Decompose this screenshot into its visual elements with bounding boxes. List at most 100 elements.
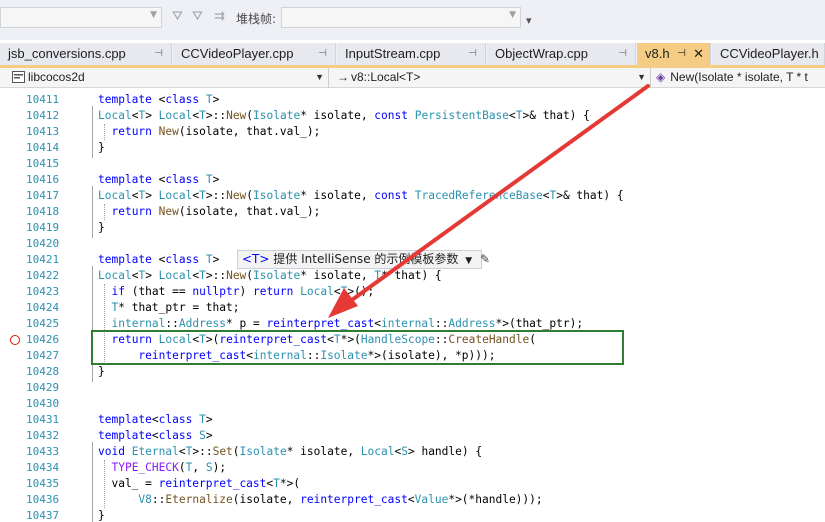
fold-guide [92,186,93,238]
chevron-down-icon[interactable]: ▼ [465,256,472,266]
filter-clear-icon[interactable]: ⛛ [192,9,203,24]
pin-icon[interactable]: ⊣ [468,43,477,65]
project-name: libcocos2d [28,70,85,84]
pin-icon[interactable]: ⊣ [677,43,686,65]
fold-guide [92,442,93,522]
line-number: 10416 [26,173,60,186]
stack-frame-label: 堆栈帧: [236,12,277,26]
arrow-right-icon: → [337,70,349,84]
template-param-label: <T> [242,252,270,266]
line-number: 10430 [26,397,60,410]
line-number: 10418 [26,205,60,218]
tab-ccvideoplayer-h[interactable]: CCVideoPlayer.h [712,43,825,65]
code-editor[interactable]: 10411 10412 10413 10414 10415 10416 1041… [0,88,825,522]
line-number: 10431 [26,413,60,426]
pin-icon[interactable]: ⊣ [154,43,163,65]
code-text: T* that_ptr = that; [111,301,240,314]
line-number: 10419 [26,221,60,234]
code-text: val_ = reinterpret_cast<T*>( [98,477,301,490]
tab-label: jsb_conversions.cpp [8,46,126,61]
scope-name: v8::Local<T> [351,70,421,84]
pin-icon[interactable]: ⊣ [318,43,327,65]
scope-combo[interactable]: → v8::Local<T> ▼ [329,68,649,87]
line-number: 10422 [26,269,60,282]
highlight-box [91,330,624,365]
filter-icon[interactable]: ⛛ [172,9,183,24]
tab-v8-h[interactable]: v8.h ⊣ ✕ [637,43,711,65]
debug-toolbar: ▼ ⛛ ⛛ ⇉ 堆栈帧: ▼ ▾ [0,0,825,40]
line-number: 10413 [26,125,60,138]
line-number: 10423 [26,285,60,298]
code-text: template<class T> [98,413,213,426]
code-text: template<class S> [98,429,213,442]
tab-label: InputStream.cpp [345,46,441,61]
code-text: } [98,365,105,378]
code-text: return New(isolate, that.val_); [111,125,321,138]
code-text: Local<T> Local<T>::New(Isolate* isolate,… [98,189,624,202]
tab-label: v8.h [645,46,670,61]
template-tip-text: 提供 IntelliSense 的示例模板参数 [273,252,459,266]
code-text: } [98,509,105,522]
line-number: 10429 [26,381,60,394]
document-tabs: jsb_conversions.cpp ⊣ CCVideoPlayer.cpp … [0,43,825,65]
line-number: 10417 [26,189,60,202]
code-text: Local<T> Local<T>::New(Isolate* isolate,… [98,109,590,122]
method-icon: ◈ [656,70,666,84]
toolbar-overflow-icon[interactable]: ▾ [526,14,532,27]
code-text: } [98,141,105,154]
intellisense-template-tip[interactable]: <T> 提供 IntelliSense 的示例模板参数 ▼ ✎ [237,250,490,269]
code-text: } [98,221,105,234]
code-line: 10437 [0,508,825,522]
code-text: Local<T> Local<T>::New(Isolate* isolate,… [98,269,442,282]
tab-jsb-conversions[interactable]: jsb_conversions.cpp ⊣ [0,43,172,65]
pin-icon[interactable]: ⊣ [618,43,627,65]
thread-flag-icon[interactable]: ⇉ [214,9,225,24]
line-number: 10428 [26,365,60,378]
line-number: 10434 [26,461,60,474]
code-line: 10415 [0,156,825,172]
code-line: 10419 [0,220,825,236]
code-line: 10414 [0,140,825,156]
code-text: V8::Eternalize(isolate, reinterpret_cast… [138,493,543,506]
line-number: 10437 [26,509,60,522]
chevron-down-icon: ▼ [315,72,324,82]
line-number: 10435 [26,477,60,490]
line-number: 10421 [26,253,60,266]
code-text: template <class T> [98,173,220,186]
line-number: 10432 [26,429,60,442]
project-combo[interactable]: libcocos2d ▼ [0,68,327,87]
code-line: 10429 [0,380,825,396]
tab-label: CCVideoPlayer.h [720,46,819,61]
edit-pencil-icon[interactable]: ✎ [480,252,490,266]
tab-label: ObjectWrap.cpp [495,46,588,61]
code-text: if (that == nullptr) return Local<T>(); [111,285,375,298]
code-text: template <class T> [98,253,220,266]
code-text: void Eternal<T>::Set(Isolate* isolate, L… [98,445,483,458]
line-number: 10433 [26,445,60,458]
tab-ccvideoplayer-cpp[interactable]: CCVideoPlayer.cpp ⊣ [173,43,336,65]
tab-label: CCVideoPlayer.cpp [181,46,294,61]
line-number: 10427 [26,349,60,362]
tab-objectwrap[interactable]: ObjectWrap.cpp ⊣ [487,43,636,65]
stack-frame-combo[interactable]: ▼ [281,7,521,28]
code-line: 10430 [0,396,825,412]
member-combo[interactable]: ◈ New(Isolate * isolate, T * t [651,68,825,87]
navigation-bar: libcocos2d ▼ → v8::Local<T> ▼ ◈ New(Isolat… [0,68,825,88]
line-number: 10425 [26,317,60,330]
chevron-down-icon: ▼ [509,10,516,20]
line-number: 10436 [26,493,60,506]
code-text: TYPE_CHECK(T, S); [111,461,227,474]
code-text: return New(isolate, that.val_); [111,205,321,218]
line-number: 10420 [26,237,60,250]
member-name: New(Isolate * isolate, T * t [670,70,808,84]
line-number: 10411 [26,93,60,106]
close-icon[interactable]: ✕ [693,43,704,65]
thread-combo[interactable]: ▼ [0,7,162,28]
line-number: 10414 [26,141,60,154]
line-number: 10415 [26,157,60,170]
fold-guide [92,106,93,158]
breakpoint-icon[interactable] [10,335,20,345]
tab-inputstream[interactable]: InputStream.cpp ⊣ [337,43,486,65]
line-number: 10426 [26,333,60,346]
chevron-down-icon: ▼ [150,10,157,20]
